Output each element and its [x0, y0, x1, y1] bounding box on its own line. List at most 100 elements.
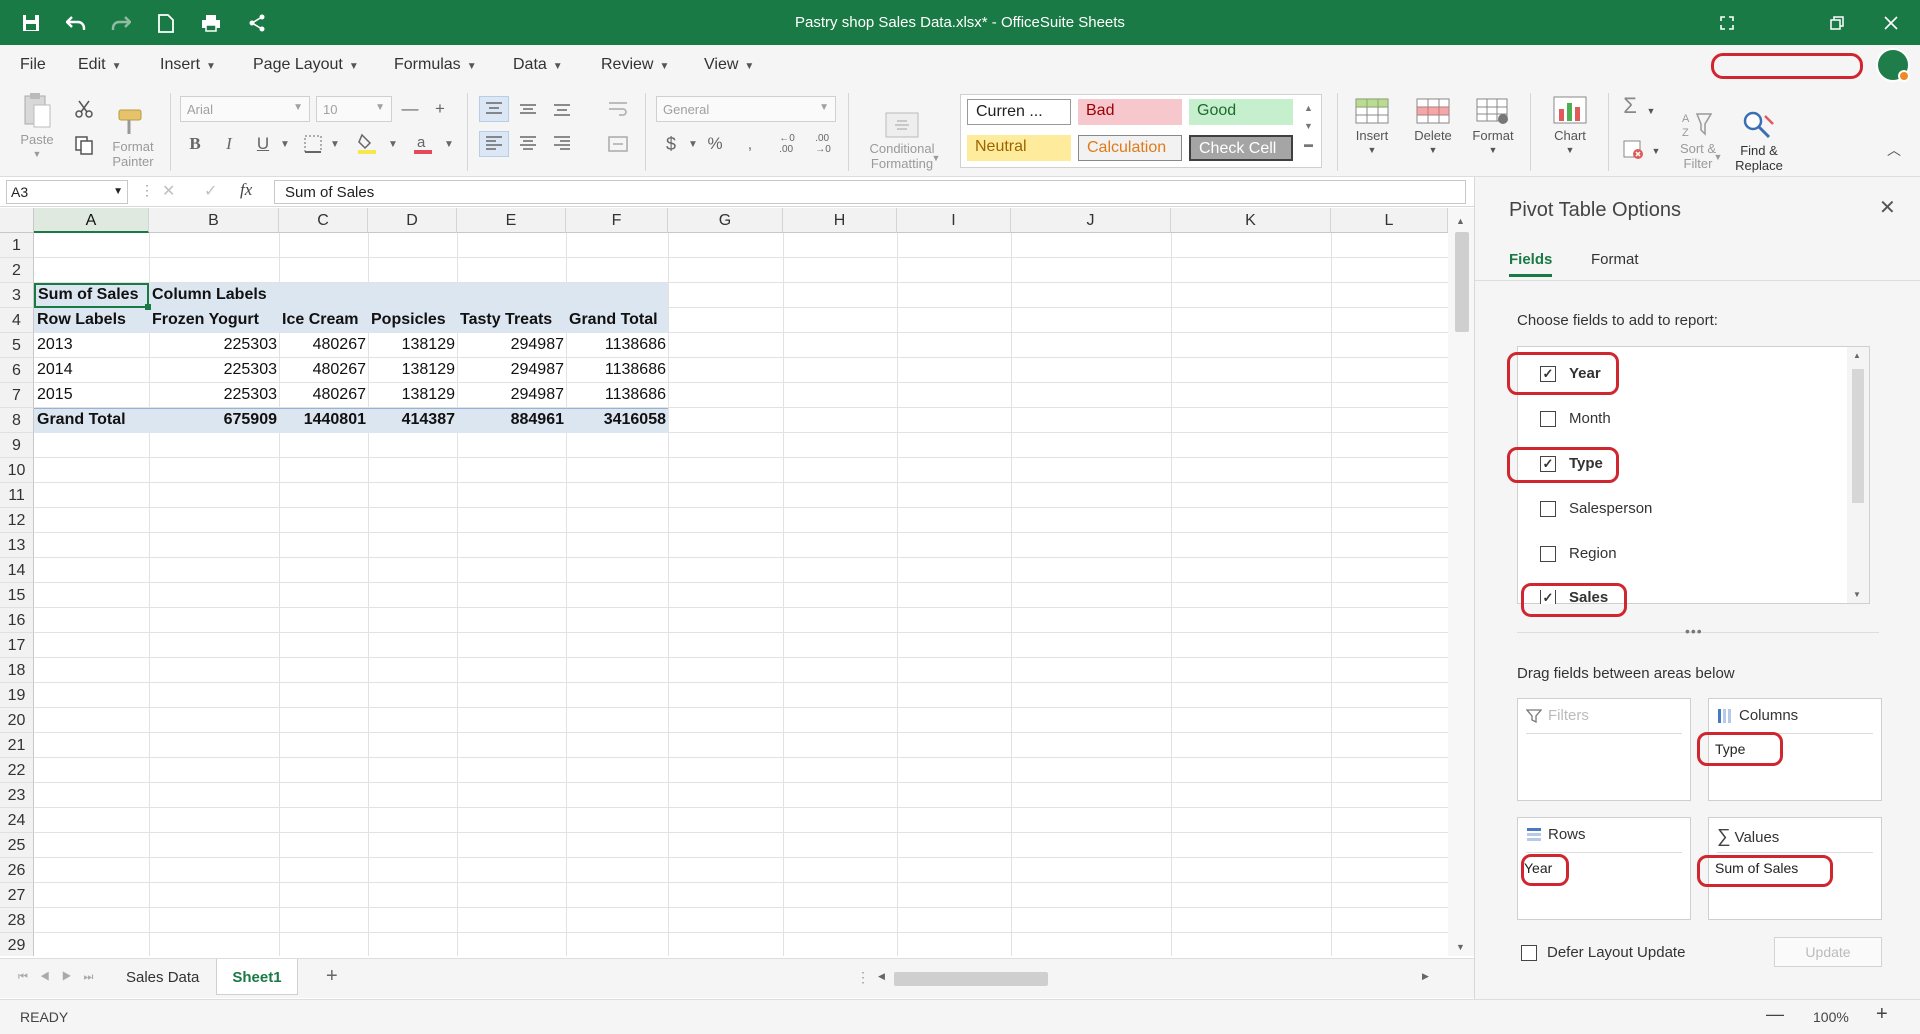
decrease-decimal-icon[interactable]: .00 →0 — [808, 131, 838, 157]
font-name-select[interactable]: Arial ▼ — [180, 96, 310, 122]
clear-dropdown-icon[interactable]: ▼ — [1650, 144, 1662, 159]
column-header-b[interactable]: B — [149, 208, 279, 233]
column-header-d[interactable]: D — [368, 208, 457, 233]
splitter-grip-icon[interactable]: ••• — [1685, 623, 1703, 639]
pivot-data-cell[interactable]: 294987 — [457, 333, 566, 358]
field-salesperson[interactable]: Salesperson — [1540, 500, 1652, 517]
menu-data[interactable]: Data ▼ — [513, 56, 563, 74]
column-header-k[interactable]: K — [1171, 208, 1331, 233]
pivot-value-label[interactable]: Sum of Sales — [36, 283, 148, 308]
field-month-checkbox[interactable] — [1540, 410, 1556, 427]
menu-file[interactable]: File — [20, 56, 46, 74]
pivot-column-labels[interactable]: Column Labels — [150, 283, 350, 308]
column-header-f[interactable]: F — [566, 208, 668, 233]
pivot-data-cell[interactable]: 225303 — [149, 358, 279, 383]
pivot-data-cell[interactable]: 480267 — [279, 383, 368, 408]
row-header-14[interactable]: 14 — [0, 558, 34, 583]
merge-cells-icon[interactable] — [603, 131, 633, 157]
sheet-tab-sales-data[interactable]: Sales Data — [114, 959, 211, 995]
field-list-scrollbar[interactable]: ▲ ▼ — [1847, 347, 1869, 603]
style-good[interactable]: Good — [1189, 99, 1293, 125]
tab-format[interactable]: Format — [1591, 251, 1639, 268]
pivot-data-cell[interactable]: 480267 — [279, 333, 368, 358]
menu-formulas[interactable]: Formulas ▼ — [394, 56, 477, 74]
menu-edit[interactable]: Edit ▼ — [78, 56, 121, 74]
number-format-select[interactable]: General ▼ — [656, 96, 836, 122]
pivot-data-cell[interactable]: 225303 — [149, 383, 279, 408]
column-header-a[interactable]: A — [34, 208, 149, 233]
zoom-out-icon[interactable]: — — [1766, 1004, 1784, 1025]
pivot-row-label[interactable]: 2015 — [35, 383, 149, 408]
clear-icon[interactable] — [1622, 140, 1646, 163]
percent-icon[interactable]: % — [700, 131, 730, 157]
row-header-1[interactable]: 1 — [0, 233, 34, 258]
sort-filter-button[interactable]: AZ Sort & Filter — [1670, 95, 1726, 186]
style-check-cell[interactable]: Check Cell — [1189, 135, 1293, 161]
zoom-in-icon[interactable]: + — [1876, 1003, 1888, 1026]
row-header-27[interactable]: 27 — [0, 883, 34, 908]
pivot-data-cell[interactable]: 138129 — [368, 333, 457, 358]
pivot-data-cell[interactable]: 138129 — [368, 383, 457, 408]
menu-review[interactable]: Review ▼ — [601, 56, 669, 74]
spreadsheet-grid[interactable]: A B C D E F G H I J K L 1 2 3 4 5 6 7 8 9 10 11 12 1… — [0, 208, 1448, 956]
align-center-icon[interactable] — [513, 131, 543, 157]
font-color-dropdown-icon[interactable]: ▼ — [434, 131, 464, 157]
borders-dropdown-icon[interactable]: ▼ — [320, 131, 350, 157]
conditional-formatting-button[interactable]: Conditional Formatting — [856, 97, 948, 186]
format-cells-button[interactable]: Format ▼ — [1468, 95, 1518, 158]
avatar[interactable] — [1876, 48, 1910, 82]
insert-function-icon[interactable]: fx — [240, 180, 252, 200]
row-header-7[interactable]: 7 — [0, 383, 34, 408]
pivot-data-cell[interactable]: 294987 — [457, 383, 566, 408]
pivot-row-labels-header[interactable]: Row Labels — [35, 308, 149, 333]
pivot-grand-total-label[interactable]: Grand Total — [35, 408, 149, 433]
pivot-total-cell[interactable]: 1440801 — [279, 408, 368, 433]
restore-icon[interactable] — [1822, 10, 1852, 36]
row-header-9[interactable]: 9 — [0, 433, 34, 458]
column-header-g[interactable]: G — [668, 208, 783, 233]
cut-icon[interactable] — [72, 99, 96, 122]
underline-dropdown-icon[interactable]: ▼ — [270, 131, 300, 157]
field-month[interactable]: Month — [1540, 410, 1611, 427]
tab-fields[interactable]: Fields — [1509, 251, 1553, 277]
row-header-17[interactable]: 17 — [0, 633, 34, 658]
row-header-6[interactable]: 6 — [0, 358, 34, 383]
column-header-j[interactable]: J — [1011, 208, 1171, 233]
row-header-25[interactable]: 25 — [0, 833, 34, 858]
confirm-formula-icon[interactable]: ✓ — [204, 181, 217, 201]
collapse-ribbon-icon[interactable]: ︿ — [1884, 143, 1904, 158]
row-header-12[interactable]: 12 — [0, 508, 34, 533]
format-painter-button[interactable]: Format Painter — [104, 91, 162, 184]
tab-split-grip-icon[interactable]: ⋮ — [856, 969, 870, 986]
row-header-21[interactable]: 21 — [0, 733, 34, 758]
row-header-19[interactable]: 19 — [0, 683, 34, 708]
formula-input[interactable]: Sum of Sales — [274, 180, 1466, 204]
defer-layout-update[interactable]: Defer Layout Update — [1521, 944, 1685, 961]
row-header-2[interactable]: 2 — [0, 258, 34, 283]
pivot-data-cell[interactable]: 225303 — [149, 333, 279, 358]
sheet-nav-icons[interactable]: ⏮◀▶⏭ — [18, 971, 105, 984]
menu-insert[interactable]: Insert ▼ — [160, 56, 216, 74]
menu-page-layout[interactable]: Page Layout ▼ — [253, 56, 359, 74]
pivot-data-cell[interactable]: 1138686 — [566, 358, 668, 383]
sort-filter-dropdown-icon[interactable]: ▼ — [1712, 150, 1724, 165]
pivot-col-header[interactable]: Popsicles — [369, 308, 457, 333]
row-header-11[interactable]: 11 — [0, 483, 34, 508]
row-header-13[interactable]: 13 — [0, 533, 34, 558]
pivot-data-cell[interactable]: 480267 — [279, 358, 368, 383]
bold-icon[interactable]: B — [180, 131, 210, 157]
vertical-scrollbar[interactable]: ▲ ▼ — [1448, 208, 1474, 956]
align-bottom-icon[interactable] — [547, 96, 577, 122]
font-size-select[interactable]: 10 ▼ — [316, 96, 392, 122]
wrap-text-icon[interactable] — [603, 96, 633, 122]
autosum-icon[interactable]: Σ — [1618, 95, 1642, 117]
column-header-c[interactable]: C — [279, 208, 368, 233]
sheet-tab-sheet1[interactable]: Sheet1 — [216, 959, 298, 995]
chart-button[interactable]: Chart ▼ — [1548, 95, 1592, 158]
increase-font-icon[interactable]: + — [425, 96, 455, 122]
select-all-corner[interactable] — [0, 208, 34, 233]
fill-color-dropdown-icon[interactable]: ▼ — [378, 131, 408, 157]
row-header-4[interactable]: 4 — [0, 308, 34, 333]
field-salesperson-checkbox[interactable] — [1540, 500, 1556, 517]
row-header-15[interactable]: 15 — [0, 583, 34, 608]
